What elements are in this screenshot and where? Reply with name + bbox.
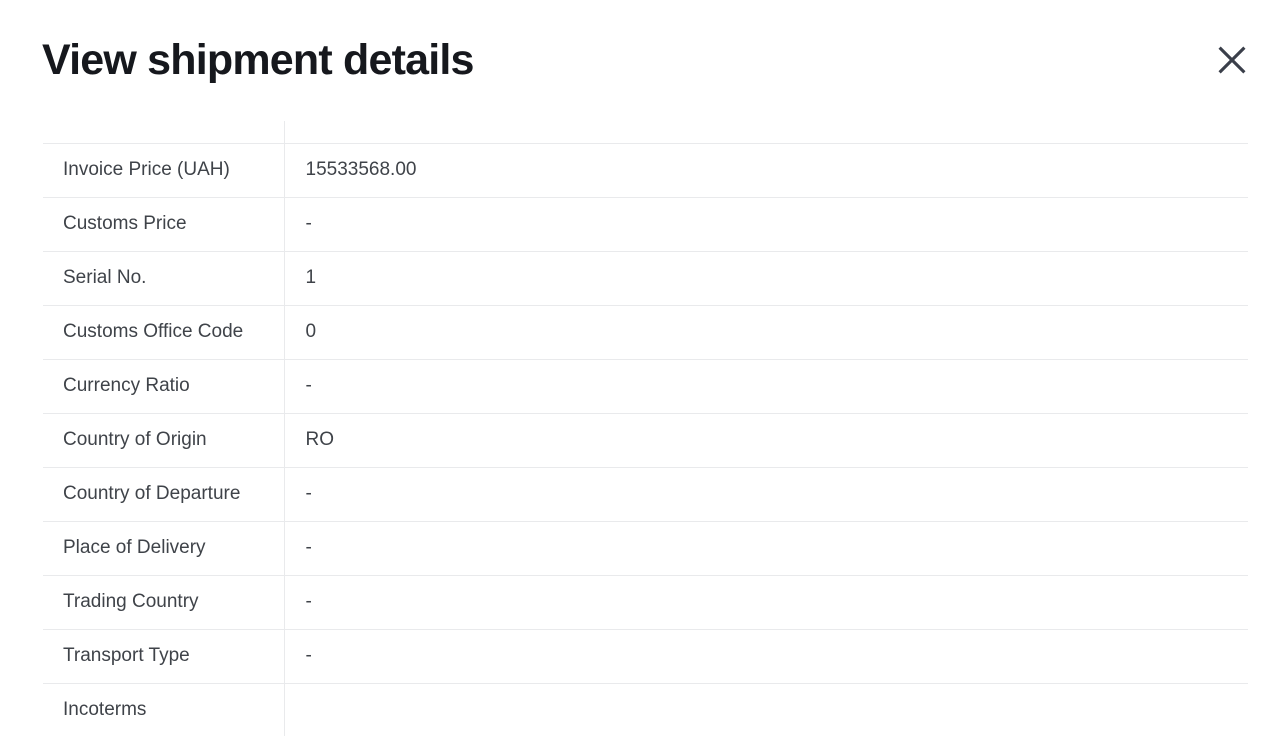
close-button[interactable] <box>1210 38 1254 82</box>
table-row: Country of Origin RO <box>43 413 1248 468</box>
table-row: Currency Ratio - <box>43 359 1248 414</box>
table-cell-value: 15533568.00 <box>284 143 1248 198</box>
table-row: Serial No. 1 <box>43 251 1248 306</box>
table-cell-label: Serial No. <box>43 251 285 306</box>
table-cell-value: - <box>284 521 1248 576</box>
shipment-details-body: Invoice Price (UAH) 15533568.00 Customs … <box>43 121 1248 736</box>
table-cell-value: - <box>284 575 1248 630</box>
page-title: View shipment details <box>42 36 474 84</box>
table-row: Place of Delivery - <box>43 521 1248 576</box>
view-shipment-details-modal: View shipment details Invoice Price (UAH… <box>0 0 1280 736</box>
table-row: Country of Departure - <box>43 467 1248 522</box>
table-row: Incoterms <box>43 683 1248 736</box>
table-cell-value: 0 <box>284 305 1248 360</box>
details-scroll-area[interactable]: Invoice Price (UAH) 15533568.00 Customs … <box>43 121 1248 736</box>
table-cell-label: Customs Office Code <box>43 305 285 360</box>
table-cell-label: Trading Country <box>43 575 285 630</box>
table-cell-value: - <box>284 359 1248 414</box>
table-row: Transport Type - <box>43 629 1248 684</box>
table-cell-value: - <box>284 629 1248 684</box>
table-row: Invoice Price (UAH) 15533568.00 <box>43 143 1248 198</box>
table-row: Customs Price - <box>43 197 1248 252</box>
shipment-details-table: Invoice Price (UAH) 15533568.00 Customs … <box>43 121 1248 736</box>
table-cell-value: RO <box>284 413 1248 468</box>
table-cell-label: Country of Departure <box>43 467 285 522</box>
table-row: Trading Country - <box>43 575 1248 630</box>
table-cell-label-partial <box>43 121 285 144</box>
table-cell-label: Transport Type <box>43 629 285 684</box>
close-icon <box>1217 45 1247 75</box>
table-cell-value: - <box>284 467 1248 522</box>
table-cell-label: Incoterms <box>43 683 285 736</box>
table-cell-label: Place of Delivery <box>43 521 285 576</box>
table-row: Customs Office Code 0 <box>43 305 1248 360</box>
table-cell-value <box>284 683 1248 736</box>
table-cell-label: Currency Ratio <box>43 359 285 414</box>
table-cell-value-partial <box>284 121 1248 144</box>
table-cell-value: - <box>284 197 1248 252</box>
table-row-partial <box>43 121 1248 144</box>
modal-header: View shipment details <box>0 0 1280 121</box>
table-cell-label: Country of Origin <box>43 413 285 468</box>
table-cell-label: Invoice Price (UAH) <box>43 143 285 198</box>
table-cell-value: 1 <box>284 251 1248 306</box>
table-cell-label: Customs Price <box>43 197 285 252</box>
